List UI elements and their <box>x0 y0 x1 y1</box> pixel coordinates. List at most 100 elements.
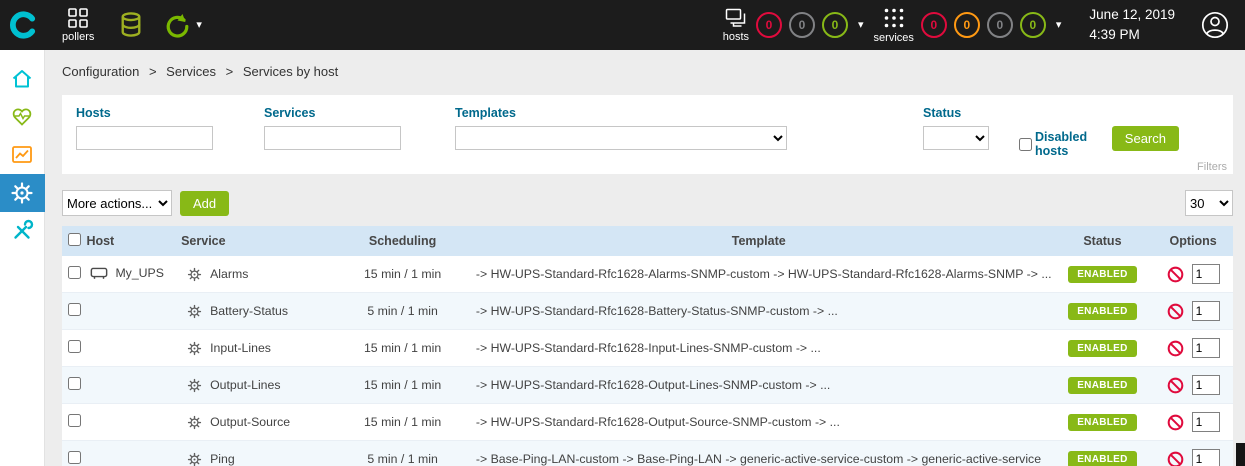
row-checkbox[interactable] <box>68 377 81 390</box>
breadcrumb-separator: > <box>226 64 234 79</box>
status-badge: ENABLED <box>1068 414 1136 431</box>
sidebar-item-administration[interactable] <box>0 212 45 250</box>
service-name-link[interactable]: Input-Lines <box>210 341 271 355</box>
breadcrumb-configuration[interactable]: Configuration <box>62 64 139 79</box>
chevron-down-icon[interactable]: ▾ <box>858 20 864 31</box>
status-badge: ENABLED <box>1068 377 1136 394</box>
row-checkbox[interactable] <box>68 414 81 427</box>
current-date: June 12, 2019 <box>1089 5 1175 25</box>
options-count-input[interactable] <box>1192 449 1220 466</box>
select-all-checkbox[interactable] <box>68 233 81 246</box>
sidebar-item-home[interactable] <box>0 60 45 98</box>
services-menu[interactable]: services <box>874 7 914 44</box>
service-name-link[interactable]: Output-Lines <box>210 378 280 392</box>
host-icon <box>90 265 108 280</box>
scheduling-cell: 15 min / 1 min <box>339 404 466 441</box>
services-filter-group: Services <box>264 106 401 150</box>
poller-status[interactable] <box>162 11 190 39</box>
row-checkbox[interactable] <box>68 266 81 279</box>
scheduling-cell: 15 min / 1 min <box>339 330 466 367</box>
header-host[interactable]: Host <box>86 226 181 256</box>
host-name: My_UPS <box>115 266 164 280</box>
sidebar <box>0 50 45 466</box>
options-count-input[interactable] <box>1192 301 1220 321</box>
service-counter-3[interactable]: 0 <box>1020 12 1046 38</box>
pollers-icon <box>68 8 88 28</box>
hosts-filter-label: Hosts <box>76 106 213 120</box>
service-name-link[interactable]: Ping <box>210 452 235 466</box>
database-icon <box>120 12 142 38</box>
status-badge: ENABLED <box>1068 266 1136 283</box>
add-button[interactable]: Add <box>180 191 229 216</box>
service-counter-0[interactable]: 0 <box>921 12 947 38</box>
disable-icon[interactable] <box>1167 340 1184 357</box>
breadcrumb-separator: > <box>149 64 157 79</box>
sidebar-item-reporting[interactable] <box>0 136 45 174</box>
host-counter-2[interactable]: 0 <box>822 12 848 38</box>
breadcrumb-services[interactable]: Services <box>166 64 216 79</box>
service-counter-2[interactable]: 0 <box>987 12 1013 38</box>
header-template[interactable]: Template <box>466 226 1052 256</box>
header-options[interactable]: Options <box>1153 226 1233 256</box>
reporting-icon <box>10 143 34 167</box>
hosts-filter-input[interactable] <box>76 126 213 150</box>
disable-icon[interactable] <box>1167 377 1184 394</box>
options-count-input[interactable] <box>1192 375 1220 395</box>
database-status[interactable] <box>120 12 142 38</box>
chevron-down-icon[interactable]: ▾ <box>1056 20 1062 31</box>
header-scheduling[interactable]: Scheduling <box>339 226 466 256</box>
datetime: June 12, 2019 4:39 PM <box>1089 5 1175 44</box>
pollers-menu[interactable]: pollers <box>62 8 94 43</box>
templates-filter-select[interactable] <box>455 126 787 150</box>
service-name-link[interactable]: Battery-Status <box>210 304 288 318</box>
host-counter-1[interactable]: 0 <box>789 12 815 38</box>
breadcrumb-current: Services by host <box>243 64 338 79</box>
header-service[interactable]: Service <box>181 226 339 256</box>
service-status-counters: 0000 <box>914 12 1046 38</box>
actions-row: More actions... Add 30 <box>62 190 1233 216</box>
status-badge: ENABLED <box>1068 340 1136 357</box>
page-size-select[interactable]: 30 <box>1185 190 1233 216</box>
template-cell: -> HW-UPS-Standard-Rfc1628-Battery-Statu… <box>466 293 1052 330</box>
scheduling-cell: 5 min / 1 min <box>339 293 466 330</box>
service-gear-icon <box>187 378 202 393</box>
status-filter-select[interactable] <box>923 126 989 150</box>
table-row: Output-Source 15 min / 1 min -> HW-UPS-S… <box>62 404 1233 441</box>
hosts-menu[interactable]: hosts <box>723 8 749 43</box>
disable-icon[interactable] <box>1167 303 1184 320</box>
template-cell: -> HW-UPS-Standard-Rfc1628-Input-Lines-S… <box>466 330 1052 367</box>
more-actions-select[interactable]: More actions... <box>62 190 172 216</box>
sidebar-item-monitoring[interactable] <box>0 98 45 136</box>
table-row: Battery-Status 5 min / 1 min -> HW-UPS-S… <box>62 293 1233 330</box>
template-cell: -> HW-UPS-Standard-Rfc1628-Alarms-SNMP-c… <box>466 256 1052 293</box>
row-checkbox[interactable] <box>68 451 81 464</box>
scheduling-cell: 5 min / 1 min <box>339 441 466 466</box>
table-header-row: Host Service Scheduling Template Status … <box>62 226 1233 256</box>
table-row: Ping 5 min / 1 min -> Base-Ping-LAN-cust… <box>62 441 1233 466</box>
disabled-hosts-checkbox[interactable] <box>1019 138 1032 151</box>
options-count-input[interactable] <box>1192 412 1220 432</box>
row-checkbox[interactable] <box>68 340 81 353</box>
service-name-link[interactable]: Alarms <box>210 267 248 281</box>
disable-icon[interactable] <box>1167 266 1184 283</box>
scheduling-cell: 15 min / 1 min <box>339 367 466 404</box>
service-name-link[interactable]: Output-Source <box>210 415 290 429</box>
user-menu[interactable] <box>1201 11 1229 39</box>
service-gear-icon <box>187 452 202 466</box>
options-count-input[interactable] <box>1192 264 1220 284</box>
row-checkbox[interactable] <box>68 303 81 316</box>
host-counter-0[interactable]: 0 <box>756 12 782 38</box>
services-label: services <box>874 32 914 44</box>
service-counter-1[interactable]: 0 <box>954 12 980 38</box>
chevron-down-icon[interactable]: ▾ <box>196 20 202 31</box>
disable-icon[interactable] <box>1167 451 1184 466</box>
centreon-logo[interactable] <box>0 0 46 50</box>
breadcrumb: Configuration > Services > Services by h… <box>62 64 1233 79</box>
options-count-input[interactable] <box>1192 338 1220 358</box>
content: Configuration > Services > Services by h… <box>45 50 1245 466</box>
search-button[interactable]: Search <box>1112 126 1179 151</box>
sidebar-item-configuration[interactable] <box>0 174 45 212</box>
services-filter-input[interactable] <box>264 126 401 150</box>
header-status[interactable]: Status <box>1052 226 1154 256</box>
disable-icon[interactable] <box>1167 414 1184 431</box>
